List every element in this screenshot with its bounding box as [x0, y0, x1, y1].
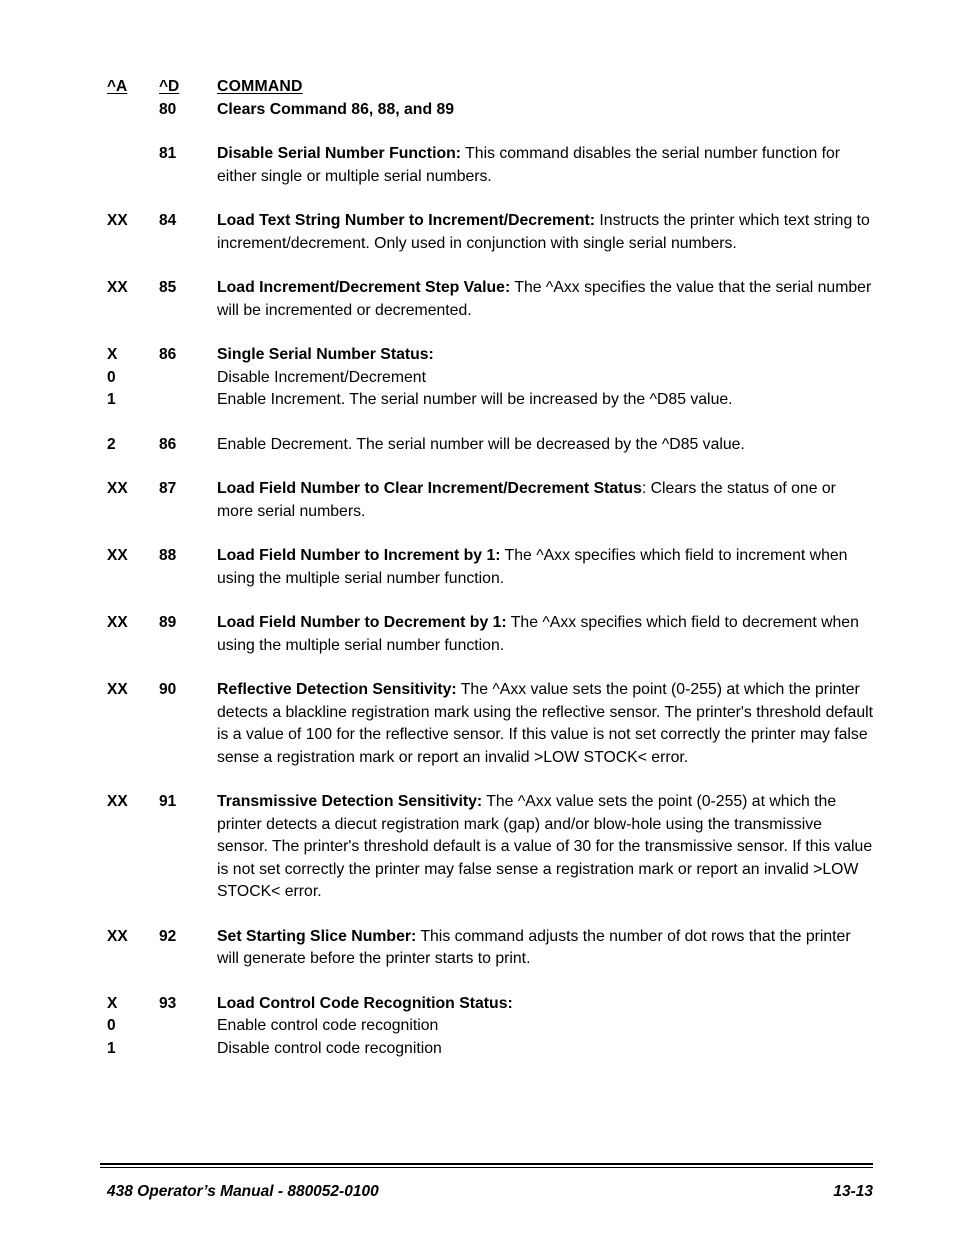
cell-control-d: 81 — [159, 145, 177, 162]
table-subrow: 1 Disable control code recognition — [107, 1038, 873, 1061]
cell-command: Enable Decrement. The serial number will… — [217, 435, 745, 453]
cell-control-a: XX — [107, 614, 128, 631]
manual-page: ^A ^D COMMAND 80 Clears Command 86, 88, … — [0, 0, 954, 1235]
cell-control-a: XX — [107, 681, 128, 698]
table-row: XX 88 Load Field Number to Increment by … — [107, 545, 873, 590]
command-title: Disable Serial Number Function: — [217, 145, 462, 162]
cell-command: Load Field Number to Decrement by 1: The… — [217, 612, 873, 657]
command-title: Load Field Number to Decrement by 1: — [217, 614, 507, 631]
cell-control-d: 88 — [159, 547, 177, 564]
command-title: Single Serial Number Status: — [217, 346, 434, 363]
cell-control-d: 87 — [159, 480, 177, 497]
cell-control-a: XX — [107, 547, 128, 564]
cell-control-d: 86 — [159, 435, 177, 453]
cell-control-a: X — [107, 994, 118, 1012]
page-footer: 438 Operator’s Manual - 880052-0100 13-1… — [107, 1183, 873, 1201]
cell-control-a: XX — [107, 793, 128, 810]
table-row: XX 87 Load Field Number to Clear Increme… — [107, 478, 873, 523]
cell-control-a: 2 — [107, 435, 116, 453]
cell-command: Load Increment/Decrement Step Value: The… — [217, 277, 873, 322]
command-title: Load Field Number to Increment by 1: — [217, 547, 501, 564]
cell-control-d: 86 — [159, 346, 177, 363]
table-row: 2 86 Enable Decrement. The serial number… — [107, 434, 873, 457]
cell-command: Disable Increment/Decrement — [217, 368, 426, 386]
cell-control-d: 84 — [159, 212, 177, 229]
command-title: Load Increment/Decrement Step Value: — [217, 279, 511, 296]
cell-control-a: 0 — [107, 1017, 116, 1034]
table-header-row: ^A ^D COMMAND — [107, 76, 873, 99]
command-title: Clears Command 86, 88, and 89 — [217, 100, 455, 118]
cell-command: Transmissive Detection Sensitivity: The … — [217, 791, 873, 904]
table-row: XX 90 Reflective Detection Sensitivity: … — [107, 679, 873, 769]
command-title: Set Starting Slice Number: — [217, 927, 417, 945]
footer-manual-title: 438 Operator’s Manual - 880052-0100 — [107, 1183, 379, 1200]
cell-command: Disable Serial Number Function: This com… — [217, 143, 873, 188]
cell-command: Enable Increment. The serial number will… — [217, 391, 733, 408]
cell-control-a: XX — [107, 927, 128, 945]
cell-control-d: 90 — [159, 681, 177, 698]
cell-command: Load Control Code Recognition Status: — [217, 993, 873, 1016]
command-title: Load Control Code Recognition Status: — [217, 994, 513, 1012]
cell-command: Load Field Number to Clear Increment/Dec… — [217, 478, 873, 523]
cell-control-d: 91 — [159, 793, 177, 810]
command-title: Transmissive Detection Sensitivity: — [217, 793, 483, 810]
cell-command: Load Text String Number to Increment/Dec… — [217, 210, 873, 255]
table-row: XX 92 Set Starting Slice Number: This co… — [107, 926, 873, 971]
cell-command: Reflective Detection Sensitivity: The ^A… — [217, 679, 873, 769]
footer-page-number: 13-13 — [833, 1183, 873, 1200]
cell-control-a: X — [107, 346, 118, 363]
cell-control-a: 0 — [107, 368, 116, 386]
cell-control-a: 1 — [107, 391, 116, 408]
cell-control-a: XX — [107, 480, 128, 497]
cell-command: Load Field Number to Increment by 1: The… — [217, 545, 873, 590]
header-cell-control-a: ^A — [107, 78, 128, 95]
table-row: 81 Disable Serial Number Function: This … — [107, 143, 873, 188]
cell-command: Enable control code recognition — [217, 1017, 439, 1034]
table-row: XX 84 Load Text String Number to Increme… — [107, 210, 873, 255]
header-cell-command: COMMAND — [217, 78, 303, 95]
table-row: XX 85 Load Increment/Decrement Step Valu… — [107, 277, 873, 322]
table-row: XX 89 Load Field Number to Decrement by … — [107, 612, 873, 657]
cell-control-d: 93 — [159, 994, 177, 1012]
table-subrow: 0 Enable control code recognition — [107, 1015, 873, 1038]
footer-divider — [100, 1163, 873, 1168]
command-title: Reflective Detection Sensitivity: — [217, 681, 457, 698]
cell-command: Clears Command 86, 88, and 89 — [217, 99, 873, 122]
cell-control-d: 80 — [159, 100, 177, 118]
command-title: Load Field Number to Clear Increment/Dec… — [217, 480, 642, 497]
cell-control-a: XX — [107, 279, 128, 296]
cell-command: Single Serial Number Status: — [217, 344, 873, 367]
table-subrow: 1 Enable Increment. The serial number wi… — [107, 389, 873, 412]
cell-command: Disable control code recognition — [217, 1039, 442, 1057]
command-title: Load Text String Number to Increment/Dec… — [217, 212, 596, 229]
cell-control-a: XX — [107, 212, 128, 229]
table-row: 80 Clears Command 86, 88, and 89 — [107, 99, 873, 122]
table-row: X 86 Single Serial Number Status: — [107, 344, 873, 367]
header-cell-control-d: ^D — [159, 78, 180, 95]
table-subrow: 0 Disable Increment/Decrement — [107, 367, 873, 390]
cell-control-a: 1 — [107, 1039, 116, 1057]
table-row: X 93 Load Control Code Recognition Statu… — [107, 993, 873, 1016]
cell-control-d: 89 — [159, 614, 177, 631]
command-table: ^A ^D COMMAND 80 Clears Command 86, 88, … — [107, 76, 873, 1060]
cell-control-d: 85 — [159, 279, 177, 296]
table-row: XX 91 Transmissive Detection Sensitivity… — [107, 791, 873, 904]
cell-control-d: 92 — [159, 927, 177, 945]
cell-command: Set Starting Slice Number: This command … — [217, 926, 873, 971]
